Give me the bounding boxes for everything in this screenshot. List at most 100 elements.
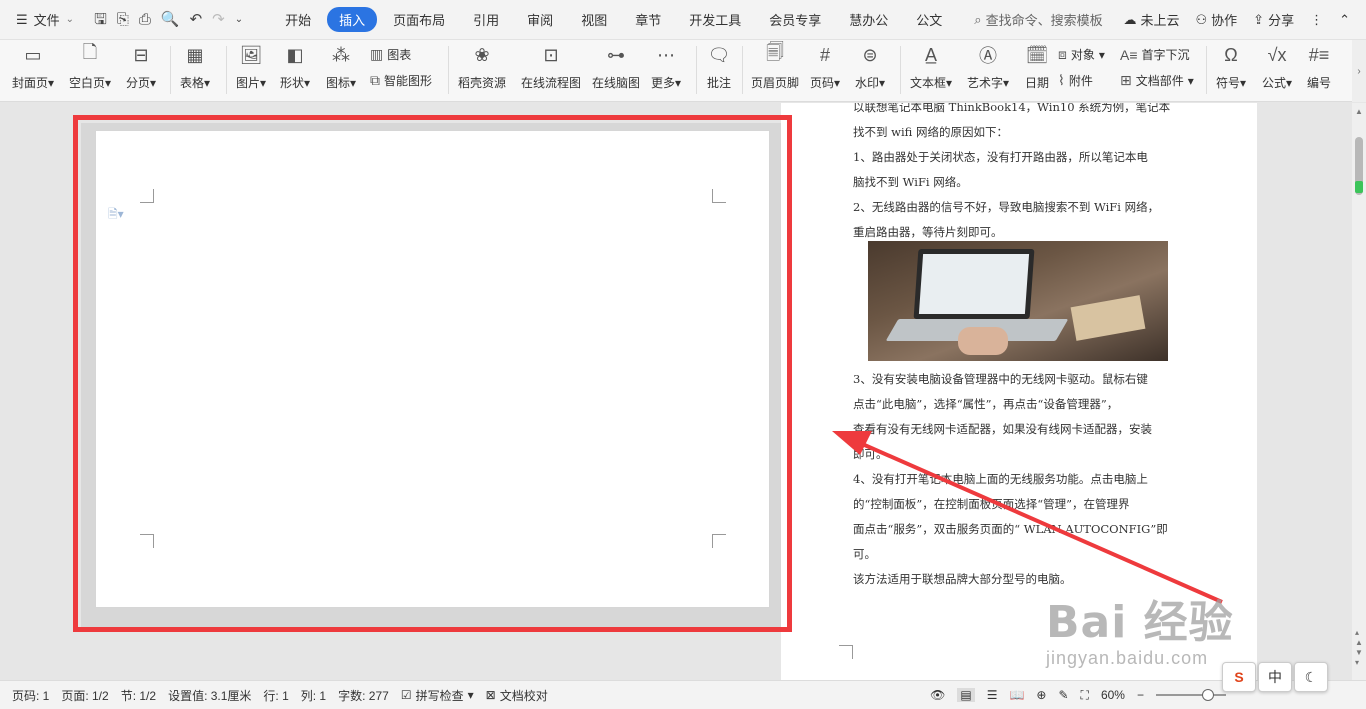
tab-member[interactable]: 会员专享	[757, 7, 833, 32]
ribbon-divider	[170, 46, 171, 94]
ime-sogou-icon[interactable]: S	[1222, 662, 1256, 692]
web-view-icon[interactable]: ⊕	[1036, 688, 1046, 702]
customize-chevron-icon[interactable]: ⌄	[235, 12, 243, 28]
tab-home[interactable]: 开始	[273, 7, 323, 32]
tab-page-layout[interactable]: 页面布局	[381, 7, 457, 32]
file-menu-label: 文件	[33, 13, 60, 28]
ime-moon-icon[interactable]: ☾	[1294, 662, 1328, 692]
tab-references[interactable]: 引用	[461, 7, 511, 32]
export-pdf-icon[interactable]: ⎘	[117, 11, 129, 28]
header-footer-label: 页眉页脚	[751, 76, 800, 90]
object-button[interactable]: ⧈ 对象 ▾	[1058, 46, 1105, 63]
search-icon: ⌕	[974, 11, 982, 27]
word-art-label: 艺术字	[967, 76, 1004, 90]
share-button[interactable]: ⇪ 分享	[1253, 10, 1294, 29]
paragraph-options-icon[interactable]: 🗎▾	[108, 205, 124, 226]
quick-access-toolbar: 🖫 ⎘ ⎙ 🔍 ↶ ↷ ⌄	[84, 11, 253, 28]
page-number-button[interactable]: # 页码▾	[810, 42, 840, 91]
ime-language-button[interactable]: 中	[1258, 662, 1292, 692]
command-search[interactable]: ⌕ 查找命令、搜索模板	[974, 10, 1102, 29]
docer-resources-label: 稻壳资源	[458, 76, 507, 90]
vertical-scrollbar[interactable]: ▲ ▴ ▲ ▼ ▾	[1352, 103, 1366, 680]
numbering-button[interactable]: #≡ 编号	[1306, 42, 1332, 91]
online-flowchart-button[interactable]: ⊡ 在线流程图	[521, 42, 581, 91]
watermark-button[interactable]: ⊜ 水印▾	[855, 42, 885, 91]
docer-resources-button[interactable]: ❀ 稻壳资源	[458, 42, 506, 91]
more-button[interactable]: ⋯ 更多▾	[651, 42, 681, 91]
icon-button[interactable]: ⁂ 图标▾	[326, 42, 356, 91]
word-art-button[interactable]: Ⓐ 艺术字▾	[967, 42, 1009, 91]
text-box-button[interactable]: A̲ 文本框▾	[910, 42, 952, 91]
tab-section[interactable]: 章节	[623, 7, 673, 32]
watermark-label: 水印	[855, 76, 880, 90]
blank-page-button[interactable]: 🗋 空白页▾	[69, 42, 111, 91]
collaborate-button[interactable]: ⚇ 协作	[1196, 10, 1238, 29]
page-view-icon[interactable]: ▤	[957, 688, 975, 702]
tab-review[interactable]: 审阅	[515, 7, 565, 32]
tab-view[interactable]: 视图	[569, 7, 619, 32]
zoom-out-icon[interactable]: −	[1137, 688, 1144, 702]
date-button[interactable]: 🗓 日期	[1024, 42, 1050, 91]
file-menu[interactable]: ☰ 文件 ⌄	[0, 10, 84, 29]
status-page-number[interactable]: 页码: 1	[12, 687, 49, 704]
cover-page-button[interactable]: ▭ 封面页▾	[12, 42, 54, 91]
status-position[interactable]: 设置值: 3.1厘米	[168, 687, 251, 704]
tab-developer[interactable]: 开发工具	[677, 7, 753, 32]
document-page-blank[interactable]: 🗎▾	[96, 131, 769, 607]
status-section[interactable]: 节: 1/2	[121, 687, 156, 704]
symbol-button[interactable]: Ω 符号▾	[1216, 42, 1246, 91]
paragraph-line: 3、没有安装电脑设备管理器中的无线网卡驱动。鼠标右键	[853, 372, 1148, 386]
document-canvas[interactable]: 🗎▾ 以联想笔记本电脑 ThinkBook14，Win10 系统为例，笔记本 找…	[0, 103, 1366, 680]
redo-icon[interactable]: ↷	[212, 11, 225, 28]
scroll-up-icon[interactable]: ▲	[1355, 107, 1363, 116]
document-page-content[interactable]: 以联想笔记本电脑 ThinkBook14，Win10 系统为例，笔记本 找不到 …	[781, 103, 1257, 680]
zoom-slider[interactable]	[1156, 689, 1226, 701]
fit-page-icon[interactable]: ⛶	[1081, 688, 1089, 703]
save-icon[interactable]: 🖫	[94, 11, 107, 28]
drop-cap-button[interactable]: A≡ 首字下沉	[1120, 46, 1190, 63]
tab-official-doc[interactable]: 公文	[904, 7, 954, 32]
scroll-page-nav-icon[interactable]: ▴ ▲ ▼ ▾	[1355, 628, 1363, 668]
title-actions: ☁ 未上云 ⚇ 协作 ⇪ 分享 ⋮ ⌃	[1123, 10, 1366, 29]
doc-parts-button[interactable]: ⊞ 文档部件 ▾	[1120, 72, 1194, 89]
attachment-button[interactable]: ⌇ 附件	[1058, 72, 1093, 89]
write-mode-icon[interactable]: ✎	[1058, 688, 1068, 702]
header-footer-button[interactable]: 🗐 页眉页脚	[751, 42, 799, 91]
laptop-photo[interactable]	[868, 241, 1168, 361]
reading-view-icon[interactable]: 📖	[1009, 688, 1024, 702]
outline-view-icon[interactable]: ☰	[987, 688, 998, 702]
cloud-status-button[interactable]: ☁ 未上云	[1123, 10, 1179, 29]
collaborate-label: 协作	[1211, 13, 1238, 28]
shape-button[interactable]: ◧ 形状▾	[280, 42, 310, 91]
chart-button[interactable]: ▥ 图表	[370, 46, 411, 63]
formula-button[interactable]: √x 公式▾	[1262, 42, 1292, 91]
smart-art-label: 智能图形	[384, 74, 433, 88]
cloud-status-label: 未上云	[1140, 13, 1180, 28]
zoom-slider-knob[interactable]	[1202, 689, 1214, 701]
crop-mark	[140, 189, 154, 203]
page-break-button[interactable]: ⊟ 分页▾	[126, 42, 156, 91]
paragraph-line: 面点击“服务”，双击服务页面的“ WLAN AUTOCONFIG”即	[853, 522, 1168, 536]
eye-protection-icon[interactable]: 👁	[930, 688, 945, 702]
table-button[interactable]: ▦ 表格▾	[180, 42, 210, 91]
ribbon-scroll-right[interactable]: ›	[1352, 40, 1366, 102]
ime-language-label: 中	[1268, 669, 1282, 685]
share-label: 分享	[1268, 13, 1295, 28]
print-preview-icon[interactable]: 🔍	[161, 11, 180, 28]
comment-button[interactable]: 🗨 批注	[706, 42, 732, 91]
undo-icon[interactable]: ↶	[190, 11, 203, 28]
picture-button[interactable]: 🖼 图片▾	[236, 42, 266, 91]
tab-insert[interactable]: 插入	[327, 7, 378, 32]
tab-smart-office[interactable]: 慧办公	[837, 7, 900, 32]
spell-check-button[interactable]: ☑ 拼写检查 ▾	[401, 687, 474, 704]
print-icon[interactable]: ⎙	[139, 11, 151, 28]
more-options-icon[interactable]: ⋮	[1310, 12, 1323, 28]
formula-label: 公式	[1262, 76, 1287, 90]
status-word-count[interactable]: 字数: 277	[338, 687, 389, 704]
zoom-level[interactable]: 60%	[1101, 688, 1125, 702]
collapse-ribbon-icon[interactable]: ⌃	[1339, 12, 1350, 28]
smart-art-button[interactable]: ⧉ 智能图形	[370, 72, 432, 89]
doc-proof-button[interactable]: ⊠ 文档校对	[486, 687, 548, 704]
status-page-count[interactable]: 页面: 1/2	[61, 687, 108, 704]
online-mindmap-button[interactable]: ⊶ 在线脑图	[592, 42, 640, 91]
